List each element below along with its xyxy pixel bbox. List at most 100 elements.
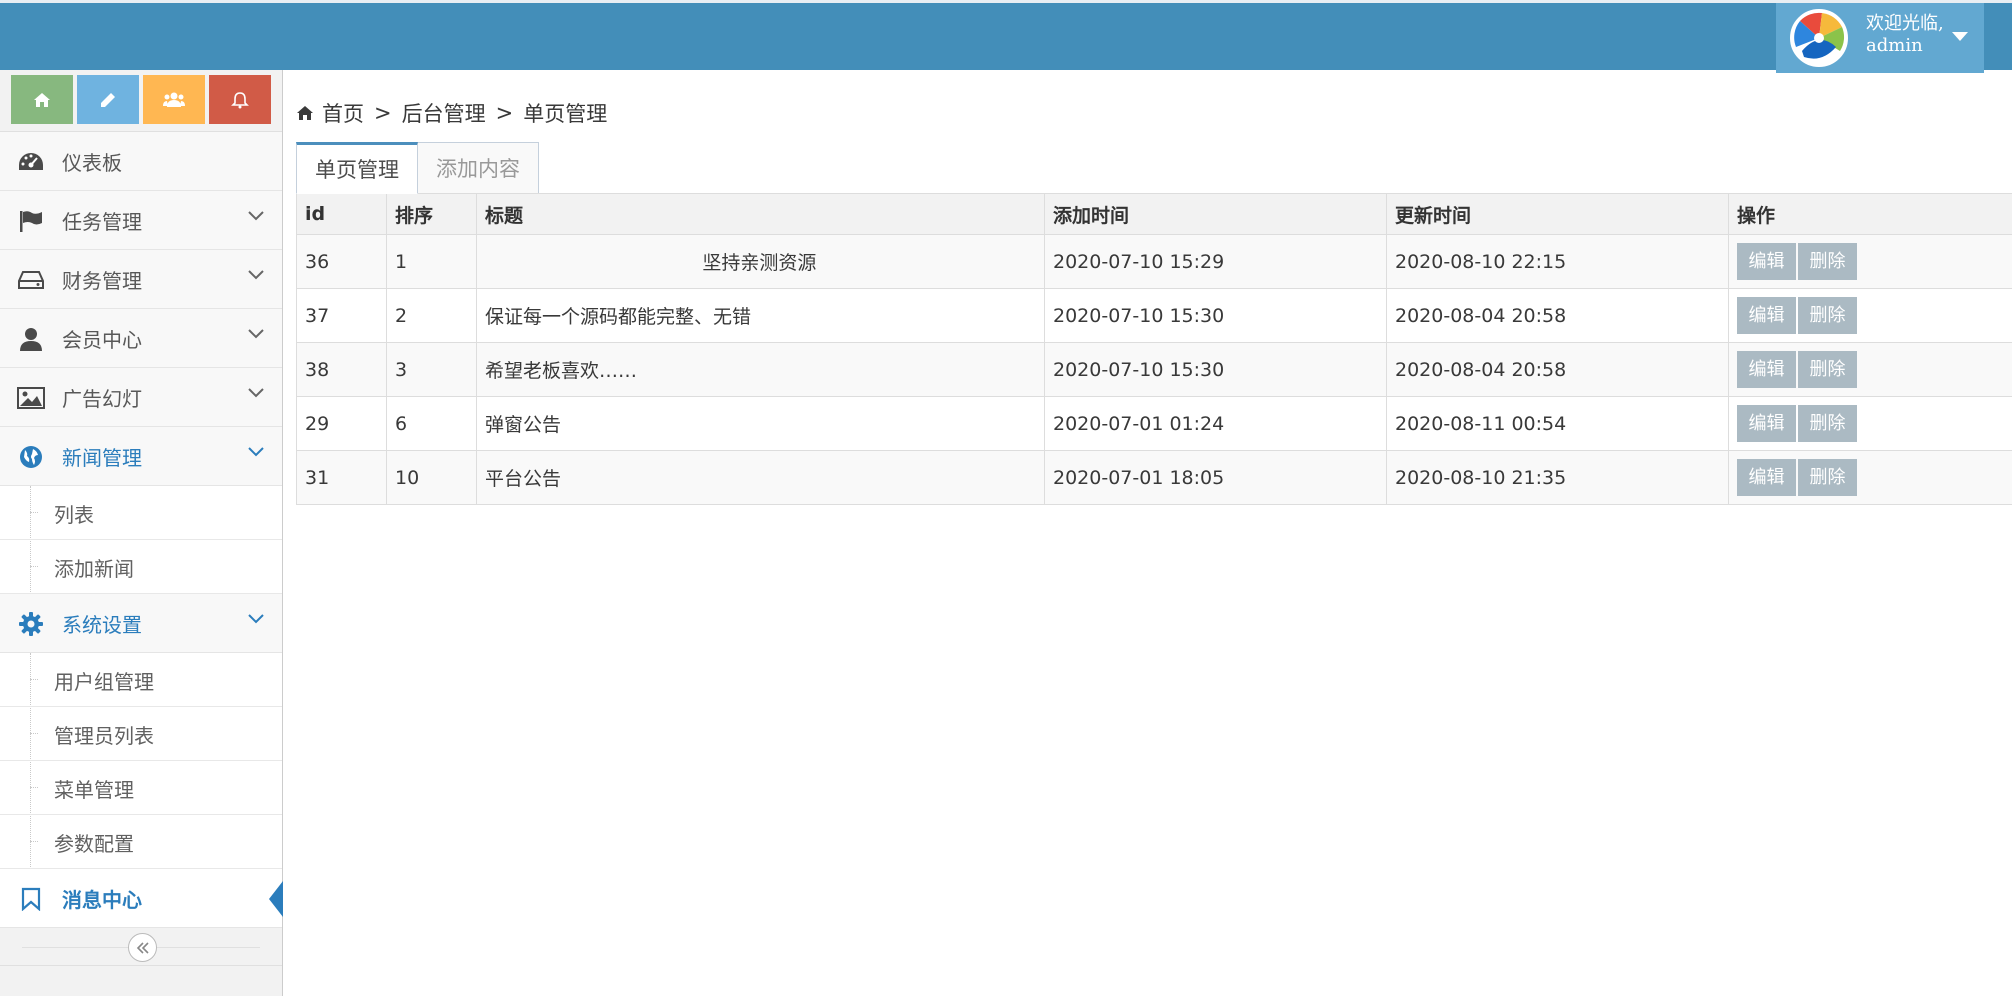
cell-added: 2020-07-10 15:29 (1044, 234, 1387, 289)
edit-button[interactable]: 编辑 (1737, 351, 1796, 388)
submenu-item-params[interactable]: 参数配置 (0, 815, 282, 869)
submenu-item-label: 添加新闻 (54, 557, 134, 581)
sidebar-item-news[interactable]: 新闻管理 (0, 427, 282, 486)
column-header-title[interactable]: 标题 (476, 193, 1045, 235)
submenu-item-user-groups[interactable]: 用户组管理 (0, 653, 282, 707)
submenu-item-label: 列表 (54, 503, 94, 527)
sidebar-item-label: 新闻管理 (62, 445, 142, 470)
sidebar-item-members[interactable]: 会员中心 (0, 309, 282, 368)
sidebar-item-label: 会员中心 (62, 327, 142, 352)
cell-actions: 编辑 删除 (1728, 288, 2012, 343)
cell-title: 保证每一个源码都能完整、无错 (476, 288, 1045, 343)
breadcrumb-home-link[interactable]: 首页 (322, 98, 364, 128)
user-icon (17, 326, 45, 352)
submenu-item-label: 菜单管理 (54, 778, 134, 802)
chevron-down-icon (248, 447, 264, 457)
column-header-sort[interactable]: 排序 (386, 193, 477, 235)
cell-id: 38 (296, 342, 387, 397)
sidebar-collapse-button[interactable] (128, 933, 157, 962)
submenu-tick (30, 512, 38, 513)
sidebar-item-finance[interactable]: 财务管理 (0, 250, 282, 309)
delete-button[interactable]: 删除 (1798, 297, 1857, 334)
delete-button[interactable]: 删除 (1798, 459, 1857, 496)
table-row: 31 10 平台公告 2020-07-01 18:05 2020-08-10 2… (296, 450, 2012, 505)
tab-page-manage[interactable]: 单页管理 (296, 142, 418, 194)
submenu-tick (30, 733, 38, 734)
cell-sort: 2 (386, 288, 477, 343)
bookmark-icon (17, 886, 45, 912)
submenu-tick (30, 841, 38, 842)
submenu-item-admin-list[interactable]: 管理员列表 (0, 707, 282, 761)
bell-icon (231, 91, 249, 108)
user-menu[interactable]: 欢迎光临, admin (1776, 3, 1984, 73)
sidebar-shortcuts (0, 70, 282, 132)
settings-submenu: 用户组管理 管理员列表 菜单管理 参数配置 (0, 653, 282, 869)
sidebar-item-label: 广告幻灯 (62, 386, 142, 411)
cell-updated: 2020-08-04 20:58 (1386, 342, 1729, 397)
active-indicator (269, 881, 283, 917)
submenu-item-news-list[interactable]: 列表 (0, 486, 282, 540)
news-submenu: 列表 添加新闻 (0, 486, 282, 594)
sidebar-item-label: 任务管理 (62, 209, 142, 234)
dashboard-icon (17, 149, 45, 175)
picture-icon (17, 385, 45, 411)
chevron-down-icon (248, 388, 264, 398)
sidebar-item-ads[interactable]: 广告幻灯 (0, 368, 282, 427)
submenu-tick (30, 787, 38, 788)
column-header-id[interactable]: id (296, 193, 387, 235)
shortcut-edit-button[interactable] (77, 75, 139, 124)
shortcut-users-button[interactable] (143, 75, 205, 124)
edit-button[interactable]: 编辑 (1737, 297, 1796, 334)
submenu-item-add-news[interactable]: 添加新闻 (0, 540, 282, 594)
table-header-row: id 排序 标题 添加时间 更新时间 操作 (296, 193, 2012, 235)
top-navbar: 欢迎光临, admin (0, 0, 2012, 73)
cell-actions: 编辑 删除 (1728, 396, 2012, 451)
edit-button[interactable]: 编辑 (1737, 405, 1796, 442)
chevron-down-icon (248, 270, 264, 280)
delete-button[interactable]: 删除 (1798, 243, 1857, 280)
sidebar-item-label: 财务管理 (62, 268, 142, 293)
sidebar-item-label: 系统设置 (62, 612, 142, 637)
cell-sort: 10 (386, 450, 477, 505)
breadcrumb-separator: > (495, 101, 514, 125)
column-header-updated[interactable]: 更新时间 (1386, 193, 1729, 235)
page-table-wrapper: id 排序 标题 添加时间 更新时间 操作 36 1 坚持亲测资源 2020-0… (296, 193, 2012, 505)
column-header-actions: 操作 (1728, 193, 2012, 235)
breadcrumb: 首页 > 后台管理 > 单页管理 (296, 98, 607, 128)
double-chevron-left-icon (136, 941, 149, 954)
sidebar-item-messages[interactable]: 消息中心 (0, 869, 283, 928)
chevron-down-icon (248, 211, 264, 221)
delete-button[interactable]: 删除 (1798, 351, 1857, 388)
hdd-icon (17, 267, 45, 293)
edit-button[interactable]: 编辑 (1737, 243, 1796, 280)
submenu-item-menu-manage[interactable]: 菜单管理 (0, 761, 282, 815)
cell-title: 希望老板喜欢…… (476, 342, 1045, 397)
cell-actions: 编辑 删除 (1728, 342, 2012, 397)
tab-add-content[interactable]: 添加内容 (417, 142, 539, 194)
column-header-added[interactable]: 添加时间 (1044, 193, 1387, 235)
cell-actions: 编辑 删除 (1728, 450, 2012, 505)
cell-added: 2020-07-01 01:24 (1044, 396, 1387, 451)
breadcrumb-admin-link[interactable]: 后台管理 (402, 98, 486, 128)
shortcut-home-button[interactable] (11, 75, 73, 124)
sidebar-item-dashboard[interactable]: 仪表板 (0, 132, 282, 191)
pencil-icon (101, 92, 115, 107)
chevron-down-icon (248, 329, 264, 339)
sidebar-item-tasks[interactable]: 任务管理 (0, 191, 282, 250)
username: admin (1866, 35, 1923, 56)
cell-added: 2020-07-01 18:05 (1044, 450, 1387, 505)
cell-updated: 2020-08-10 21:35 (1386, 450, 1729, 505)
breadcrumb-separator: > (374, 101, 392, 125)
table-row: 37 2 保证每一个源码都能完整、无错 2020-07-10 15:30 202… (296, 288, 2012, 343)
cell-title: 弹窗公告 (476, 396, 1045, 451)
cell-title: 坚持亲测资源 (476, 234, 1045, 289)
breadcrumb-current: 单页管理 (523, 102, 608, 126)
welcome-label: 欢迎光临, (1866, 13, 1944, 34)
edit-button[interactable]: 编辑 (1737, 459, 1796, 496)
sidebar-item-settings[interactable]: 系统设置 (0, 594, 282, 653)
content-tabs: 单页管理 添加内容 (296, 142, 539, 194)
sidebar-collapse-bar (0, 928, 282, 966)
shortcut-notify-button[interactable] (209, 75, 271, 124)
delete-button[interactable]: 删除 (1798, 405, 1857, 442)
cell-sort: 6 (386, 396, 477, 451)
